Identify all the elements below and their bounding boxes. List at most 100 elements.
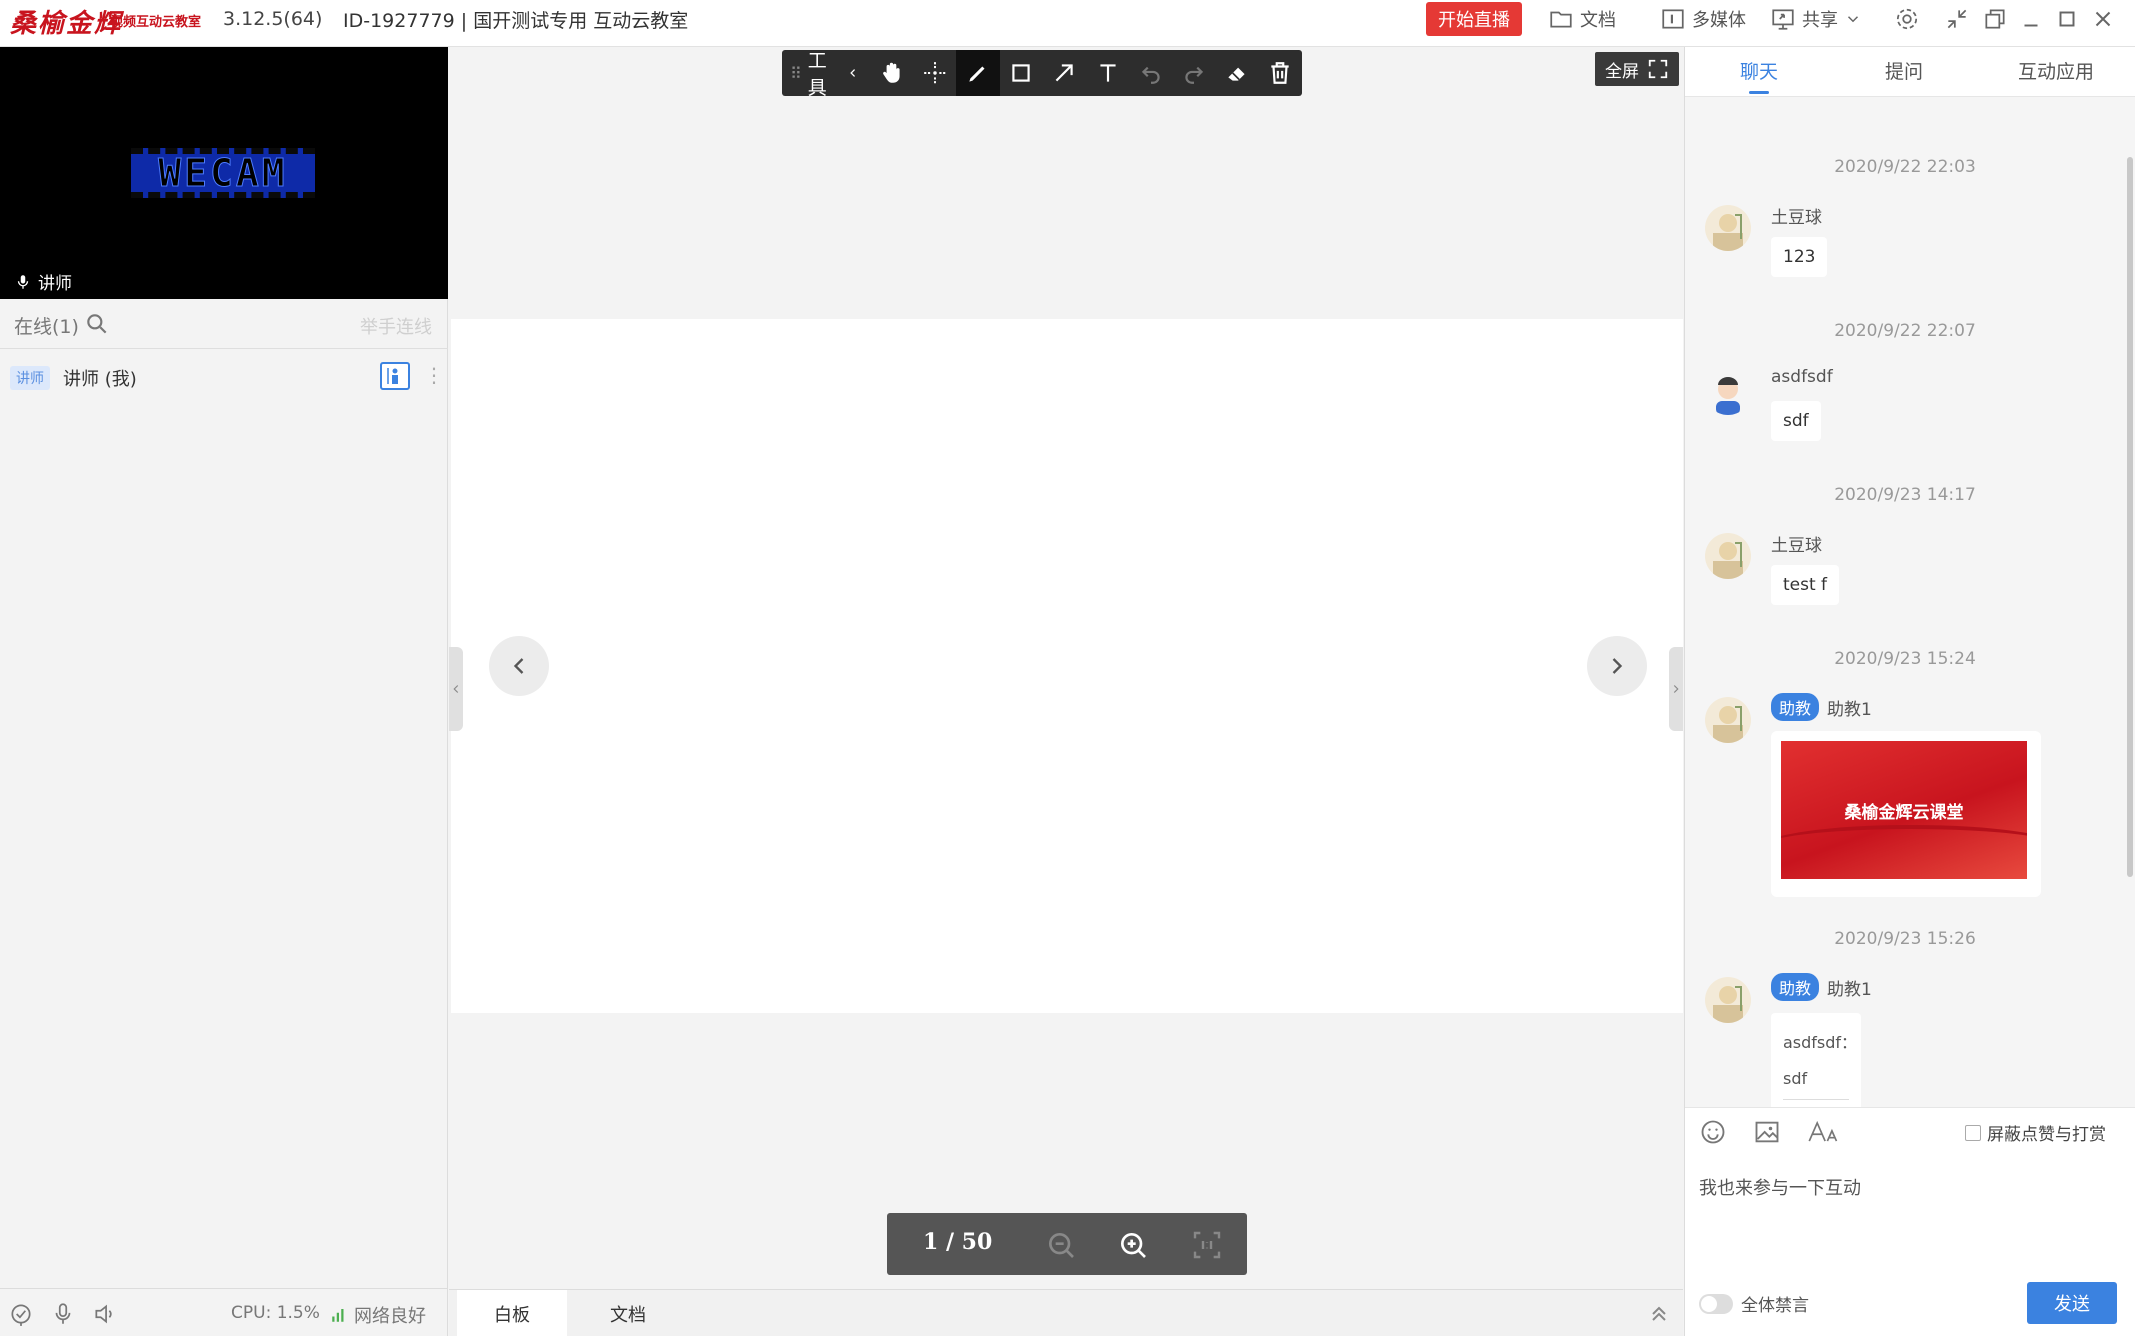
chevron-right-icon: [1612, 658, 1623, 674]
chat-scrollbar[interactable]: [2127, 157, 2133, 877]
more-icon[interactable]: ⋮: [424, 363, 444, 387]
drawing-toolbar: ⠿ 工具: [782, 50, 1302, 99]
room-title: ID-1927779 | 国开测试专用 互动云教室: [343, 10, 689, 32]
podium-icon[interactable]: [380, 362, 410, 390]
search-icon[interactable]: [84, 311, 110, 337]
pen-tool[interactable]: [956, 50, 1000, 96]
shrink-icon[interactable]: [1944, 6, 1970, 32]
list-item[interactable]: 讲师 讲师 (我) ⋮: [0, 357, 448, 399]
docs-button[interactable]: 文档: [1548, 4, 1616, 34]
message-timestamp: 2020/9/23 14:17: [1834, 485, 1976, 505]
actual-size-icon[interactable]: [1191, 1229, 1223, 1261]
help-icon[interactable]: [8, 1301, 34, 1327]
tab-whiteboard[interactable]: 白板: [457, 1290, 567, 1336]
rectangle-tool[interactable]: [1000, 50, 1043, 96]
video-label-text: 讲师: [38, 274, 72, 294]
multimedia-label: 多媒体: [1692, 10, 1746, 31]
send-button[interactable]: 发送: [2027, 1282, 2117, 1324]
mute-all-toggle[interactable]: 全体禁言: [1699, 1291, 1809, 1316]
whiteboard-canvas[interactable]: [451, 319, 1683, 1013]
sender-name: 土豆球: [1771, 208, 1822, 228]
assistant-badge: 助教: [1771, 973, 1820, 1001]
quoted-message: asdfsdf： sdf: [1783, 1025, 1857, 1100]
redo-button[interactable]: [1172, 50, 1215, 96]
image-message[interactable]: 桑榆金辉云课堂: [1771, 731, 2041, 897]
collapse-right-panel-handle[interactable]: [1669, 647, 1683, 731]
next-page-button[interactable]: [1587, 636, 1647, 696]
raise-hand-button[interactable]: 举手连线: [360, 313, 432, 339]
start-live-button[interactable]: 开始直播: [1426, 2, 1522, 36]
wecam-logo: WECAM: [131, 148, 315, 198]
popout-icon[interactable]: [1982, 6, 2008, 32]
maximize-icon[interactable]: [2054, 6, 2080, 32]
font-size-icon[interactable]: [1807, 1118, 1841, 1146]
chevron-left-icon: [513, 658, 524, 674]
network-label: 网络良好: [354, 1306, 426, 1327]
tab-documents[interactable]: 文档: [573, 1290, 683, 1336]
share-button[interactable]: 共享: [1770, 4, 1862, 34]
microphone-icon[interactable]: [50, 1301, 76, 1327]
message-bubble: 123: [1771, 237, 1828, 277]
fullscreen-label: 全屏: [1605, 61, 1639, 82]
collapse-left-panel-handle[interactable]: [449, 647, 463, 731]
promo-image-text: 桑榆金辉云课堂: [1844, 802, 1964, 823]
crosshair-icon: [923, 62, 946, 84]
quoted-text: sdf: [1783, 1069, 1808, 1088]
mute-all-label: 全体禁言: [1741, 1296, 1809, 1316]
square-icon: [1012, 64, 1030, 82]
eraser-icon: [1228, 67, 1245, 81]
chat-messages[interactable]: 2020/9/22 22:03 土豆球 123 2020/9/22 22:07 …: [1685, 97, 2135, 1107]
microphone-icon: [17, 274, 29, 289]
page-indicator: 1 / 50: [923, 1229, 993, 1255]
fullscreen-button[interactable]: 全屏: [1595, 52, 1679, 86]
share-label: 共享: [1802, 10, 1838, 31]
image-icon[interactable]: [1753, 1118, 1781, 1146]
avatar: [1705, 369, 1751, 415]
tab-chat[interactable]: 聊天: [1740, 57, 1778, 84]
chevron-left-icon: [850, 69, 856, 77]
chevron-down-icon: [1847, 16, 1859, 23]
tab-questions[interactable]: 提问: [1885, 57, 1923, 84]
close-icon[interactable]: [2090, 6, 2116, 32]
eraser-tool[interactable]: [1216, 50, 1259, 96]
board-tabs: 白板 文档: [449, 1289, 1683, 1336]
laser-pointer-tool[interactable]: [913, 50, 956, 96]
tools-collapse-button[interactable]: ⠿ 工具: [782, 46, 870, 100]
multimedia-icon: [1662, 9, 1684, 29]
sender-name: 助教 助教1: [1771, 693, 1872, 721]
sender-name: 土豆球: [1771, 536, 1822, 556]
drag-handle-icon[interactable]: ⠿: [790, 64, 802, 83]
zoom-in-icon[interactable]: [1117, 1229, 1149, 1261]
toggle-switch[interactable]: [1699, 1293, 1733, 1314]
previous-page-button[interactable]: [489, 636, 549, 696]
checkbox-box[interactable]: [1965, 1124, 1981, 1141]
tab-interactive-apps[interactable]: 互动应用: [2018, 57, 2094, 84]
left-panel: WECAM 讲师 在线(1) 举手连线 讲师 讲师 (我) ⋮ CPU: 1.5…: [0, 47, 448, 1336]
hand-tool[interactable]: [870, 50, 913, 96]
undo-button[interactable]: [1129, 50, 1172, 96]
chevron-left-icon: [453, 685, 459, 693]
pen-icon: [969, 66, 985, 82]
tools-label: 工具: [807, 50, 827, 99]
chat-tabs: 聊天 提问 互动应用: [1685, 47, 2135, 97]
avatar: [1705, 697, 1751, 743]
avatar: [1705, 977, 1751, 1023]
gear-icon[interactable]: [1894, 6, 1920, 32]
online-bar: 在线(1) 举手连线: [0, 299, 448, 349]
arrow-icon: [1056, 64, 1074, 82]
chat-input[interactable]: [1699, 1167, 2119, 1207]
trash-icon: [1271, 62, 1290, 84]
clear-board-button[interactable]: [1259, 50, 1302, 96]
wecam-logo-text: WECAM: [158, 151, 288, 196]
zoom-out-icon[interactable]: [1045, 1229, 1077, 1261]
arrow-tool[interactable]: [1043, 50, 1086, 96]
text-tool[interactable]: [1086, 50, 1129, 96]
chevron-double-up-icon[interactable]: [1647, 1302, 1671, 1326]
minimize-icon[interactable]: [2018, 6, 2044, 32]
teacher-video[interactable]: WECAM 讲师: [0, 47, 448, 299]
multimedia-button[interactable]: 多媒体: [1660, 4, 1746, 34]
emoji-icon[interactable]: [1699, 1118, 1727, 1146]
signal-icon: [332, 1309, 344, 1322]
speaker-icon[interactable]: [92, 1301, 118, 1327]
block-likes-checkbox[interactable]: 屏蔽点赞与打赏: [1965, 1120, 2106, 1145]
